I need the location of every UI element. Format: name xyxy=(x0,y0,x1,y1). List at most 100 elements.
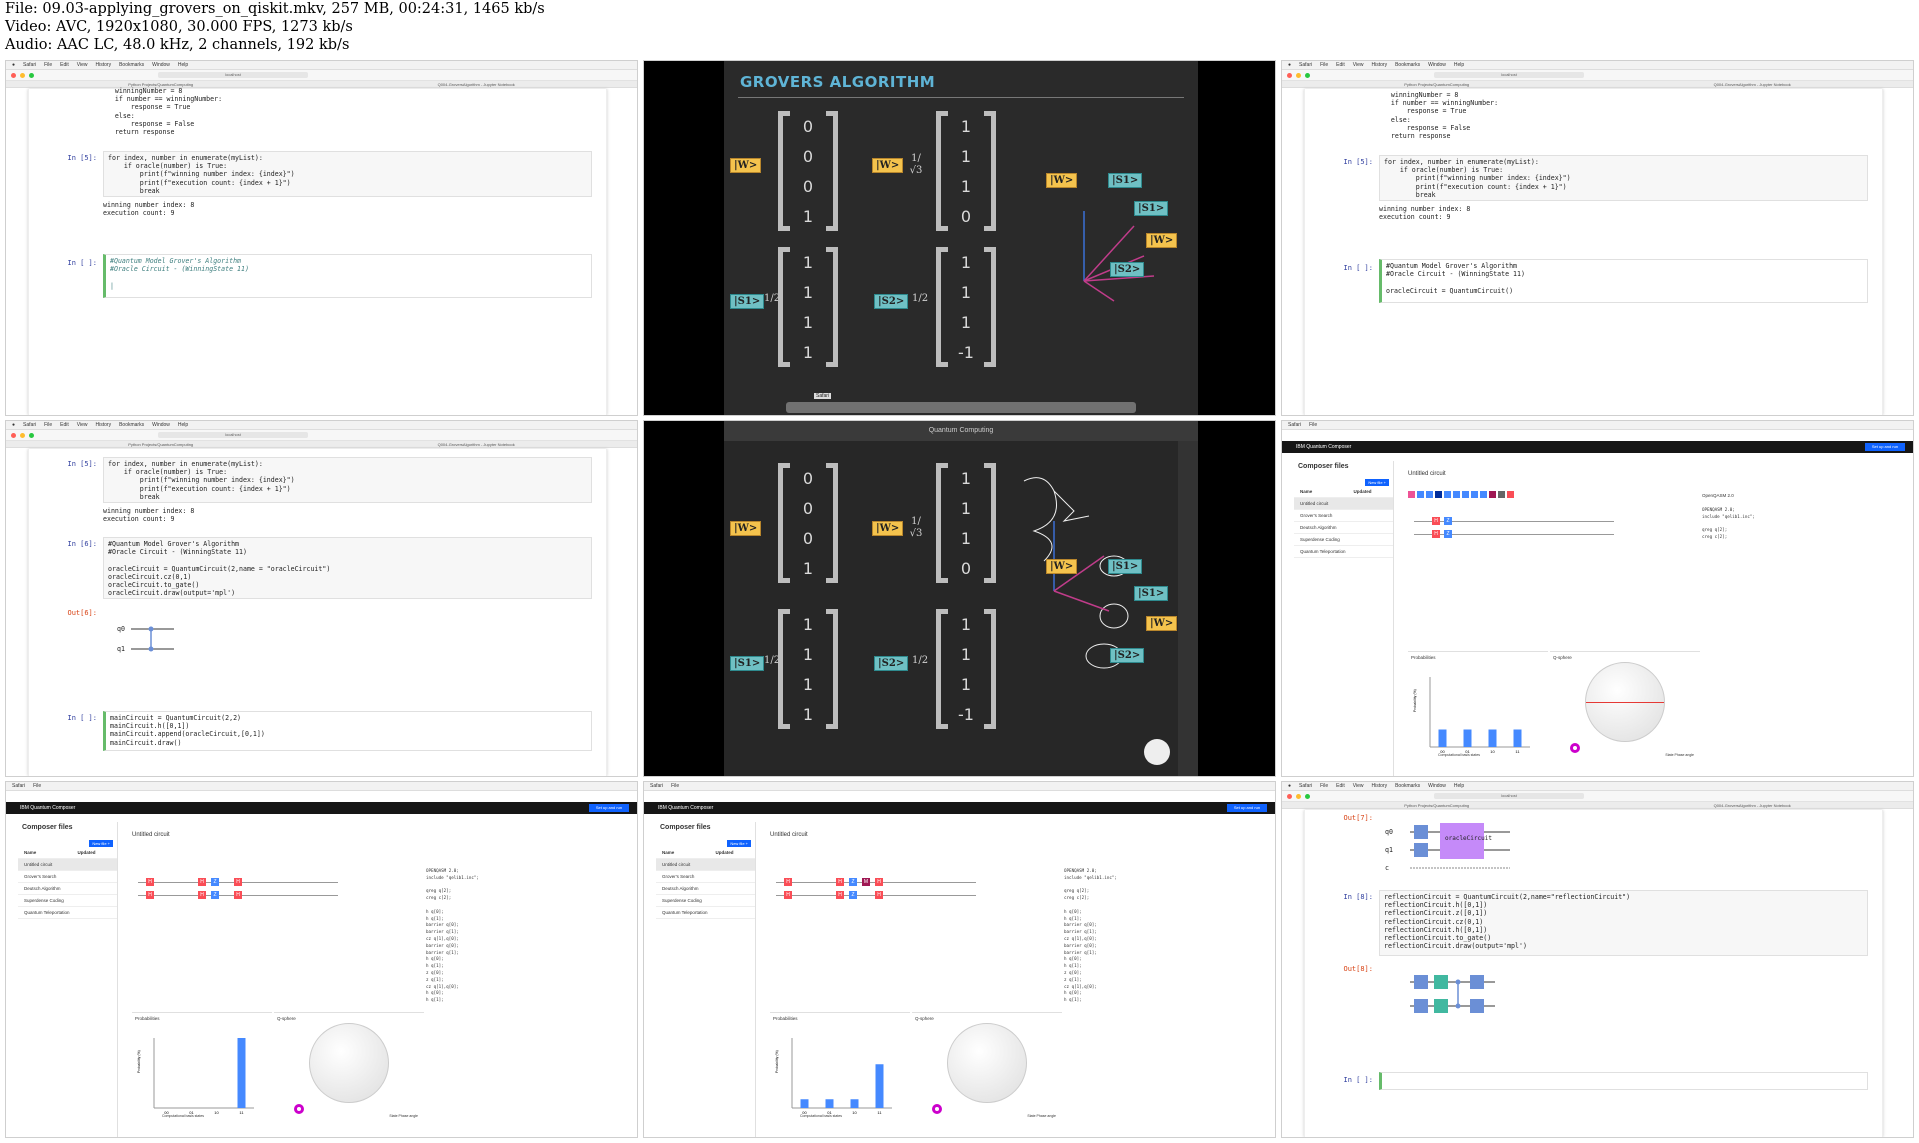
qasm-editor[interactable]: OPENQASM 2.0; include "qelib1.inc"; qreg… xyxy=(1702,507,1792,541)
code-input-active[interactable]: #Quantum Model Grover's Algorithm #Oracl… xyxy=(1379,259,1868,303)
legend-phase[interactable]: Phase angle xyxy=(1675,753,1694,757)
menu-safari[interactable]: Safari xyxy=(12,783,25,789)
floating-action-button[interactable] xyxy=(1144,739,1170,765)
tab-folder[interactable]: Python Projects/QuantumComputing xyxy=(1404,82,1469,87)
menu-help[interactable]: Help xyxy=(178,62,188,68)
file-row[interactable]: Grover's Search xyxy=(18,871,117,883)
h-gate[interactable]: H xyxy=(198,891,206,899)
gate-id[interactable] xyxy=(1444,491,1451,498)
menu-window[interactable]: Window xyxy=(1428,62,1446,68)
circuit-title[interactable]: Untitled circuit xyxy=(770,832,808,838)
circuit-title[interactable]: Untitled circuit xyxy=(132,832,170,838)
file-row[interactable]: Quantum Teleportation xyxy=(18,907,117,919)
menu-file[interactable]: File xyxy=(33,783,41,789)
close-window-icon[interactable] xyxy=(1287,72,1292,78)
gate-ccx[interactable] xyxy=(1426,491,1433,498)
mac-dock[interactable] xyxy=(786,402,1136,413)
menu-safari[interactable]: Safari xyxy=(650,783,663,789)
gate-cx[interactable] xyxy=(1417,491,1424,498)
menu-bookmarks[interactable]: Bookmarks xyxy=(1395,62,1420,68)
menu-bookmarks[interactable]: Bookmarks xyxy=(1395,783,1420,789)
file-row[interactable]: Deutsch Algorithm xyxy=(1294,522,1393,534)
menu-history[interactable]: History xyxy=(96,422,112,428)
z-gate[interactable]: Z xyxy=(211,878,219,886)
code-input[interactable]: #Quantum Model Grover's Algorithm #Oracl… xyxy=(103,537,592,599)
gate-reset[interactable] xyxy=(1507,491,1514,498)
close-window-icon[interactable] xyxy=(1287,793,1292,799)
gate-measure[interactable] xyxy=(1489,491,1496,498)
menu-help[interactable]: Help xyxy=(1454,783,1464,789)
h-gate[interactable]: H xyxy=(784,878,792,886)
menu-edit[interactable]: Edit xyxy=(60,62,69,68)
menu-safari[interactable]: Safari xyxy=(1288,422,1301,428)
new-file-button[interactable]: New file + xyxy=(727,840,751,847)
file-row[interactable]: Deutsch Algorithm xyxy=(656,883,755,895)
minimize-window-icon[interactable] xyxy=(20,432,25,438)
setup-and-run-button[interactable]: Set up and run xyxy=(589,804,629,812)
gate-palette[interactable] xyxy=(1408,491,1514,498)
z-gate[interactable]: Z xyxy=(211,891,219,899)
file-row[interactable]: Quantum Teleportation xyxy=(1294,546,1393,558)
menu-history[interactable]: History xyxy=(96,62,112,68)
h-gate[interactable]: H xyxy=(146,878,154,886)
menu-help[interactable]: Help xyxy=(1454,62,1464,68)
legend-phase[interactable]: Phase angle xyxy=(1037,1114,1056,1118)
menu-help[interactable]: Help xyxy=(178,422,188,428)
gate-t[interactable] xyxy=(1453,491,1460,498)
tab-notebook[interactable]: Q004-GroversAlgorithm - Jupyter Notebook xyxy=(438,442,515,447)
tab-notebook[interactable]: Q004-GroversAlgorithm - Jupyter Notebook xyxy=(438,82,515,87)
tab-notebook[interactable]: Q004-GroversAlgorithm - Jupyter Notebook xyxy=(1714,82,1791,87)
file-row[interactable]: Deutsch Algorithm xyxy=(18,883,117,895)
qasm-editor[interactable]: OPENQASM 2.0; include "qelib1.inc"; qreg… xyxy=(1064,868,1154,1004)
code-input[interactable]: for index, number in enumerate(myList): … xyxy=(103,457,592,503)
gate-barrier[interactable] xyxy=(1498,491,1505,498)
menu-view[interactable]: View xyxy=(77,62,88,68)
menu-history[interactable]: History xyxy=(1372,62,1388,68)
file-row[interactable]: Untitled circuit xyxy=(656,859,755,871)
zoom-window-icon[interactable] xyxy=(29,72,34,78)
file-row[interactable]: Superdense Coding xyxy=(18,895,117,907)
minimize-window-icon[interactable] xyxy=(20,72,25,78)
menu-file[interactable]: File xyxy=(671,783,679,789)
file-row[interactable]: Quantum Teleportation xyxy=(656,907,755,919)
file-row[interactable]: Grover's Search xyxy=(656,871,755,883)
circuit-title[interactable]: Untitled circuit xyxy=(1408,471,1446,477)
setup-and-run-button[interactable]: Set up and run xyxy=(1865,443,1905,451)
file-row[interactable]: Grover's Search xyxy=(1294,510,1393,522)
menu-file[interactable]: File xyxy=(1320,783,1328,789)
h-gate[interactable]: H xyxy=(1432,517,1440,525)
legend-phase[interactable]: Phase angle xyxy=(399,1114,418,1118)
z-gate[interactable]: Z xyxy=(1444,517,1452,525)
gate-h[interactable] xyxy=(1408,491,1415,498)
menu-safari[interactable]: Safari xyxy=(23,62,36,68)
legend-state[interactable]: State xyxy=(1027,1114,1035,1118)
code-input-active[interactable] xyxy=(1379,1072,1868,1090)
zoom-window-icon[interactable] xyxy=(1305,72,1310,78)
code-input-active[interactable]: mainCircuit = QuantumCircuit(2,2) mainCi… xyxy=(103,711,592,751)
setup-and-run-button[interactable]: Set up and run xyxy=(1227,804,1267,812)
file-row[interactable]: Untitled circuit xyxy=(1294,498,1393,510)
h-gate[interactable]: H xyxy=(875,891,883,899)
menu-window[interactable]: Window xyxy=(152,422,170,428)
h-gate[interactable]: H xyxy=(234,878,242,886)
new-file-button[interactable]: New file + xyxy=(1365,479,1389,486)
code-input[interactable]: for index, number in enumerate(myList): … xyxy=(103,151,592,197)
address-bar[interactable]: localhost xyxy=(1434,793,1584,799)
menu-edit[interactable]: Edit xyxy=(1336,783,1345,789)
code-input[interactable]: reflectionCircuit = QuantumCircuit(2,nam… xyxy=(1379,890,1868,956)
address-bar[interactable]: localhost xyxy=(158,432,308,438)
h-gate[interactable]: H xyxy=(198,878,206,886)
menu-file[interactable]: File xyxy=(1320,62,1328,68)
h-gate[interactable]: H xyxy=(234,891,242,899)
gate-swap[interactable] xyxy=(1435,491,1442,498)
code-input-active[interactable]: #Quantum Model Grover's Algorithm #Oracl… xyxy=(103,254,592,298)
menu-bookmarks[interactable]: Bookmarks xyxy=(119,62,144,68)
h-gate[interactable]: H xyxy=(146,891,154,899)
h-gate[interactable]: H xyxy=(1432,530,1440,538)
gate-z[interactable] xyxy=(1471,491,1478,498)
qasm-editor[interactable]: OPENQASM 2.0; include "qelib1.inc"; qreg… xyxy=(426,868,516,1004)
h-gate[interactable]: H xyxy=(836,891,844,899)
menu-safari[interactable]: Safari xyxy=(1299,62,1312,68)
menu-history[interactable]: History xyxy=(1372,783,1388,789)
file-row[interactable]: Superdense Coding xyxy=(656,895,755,907)
